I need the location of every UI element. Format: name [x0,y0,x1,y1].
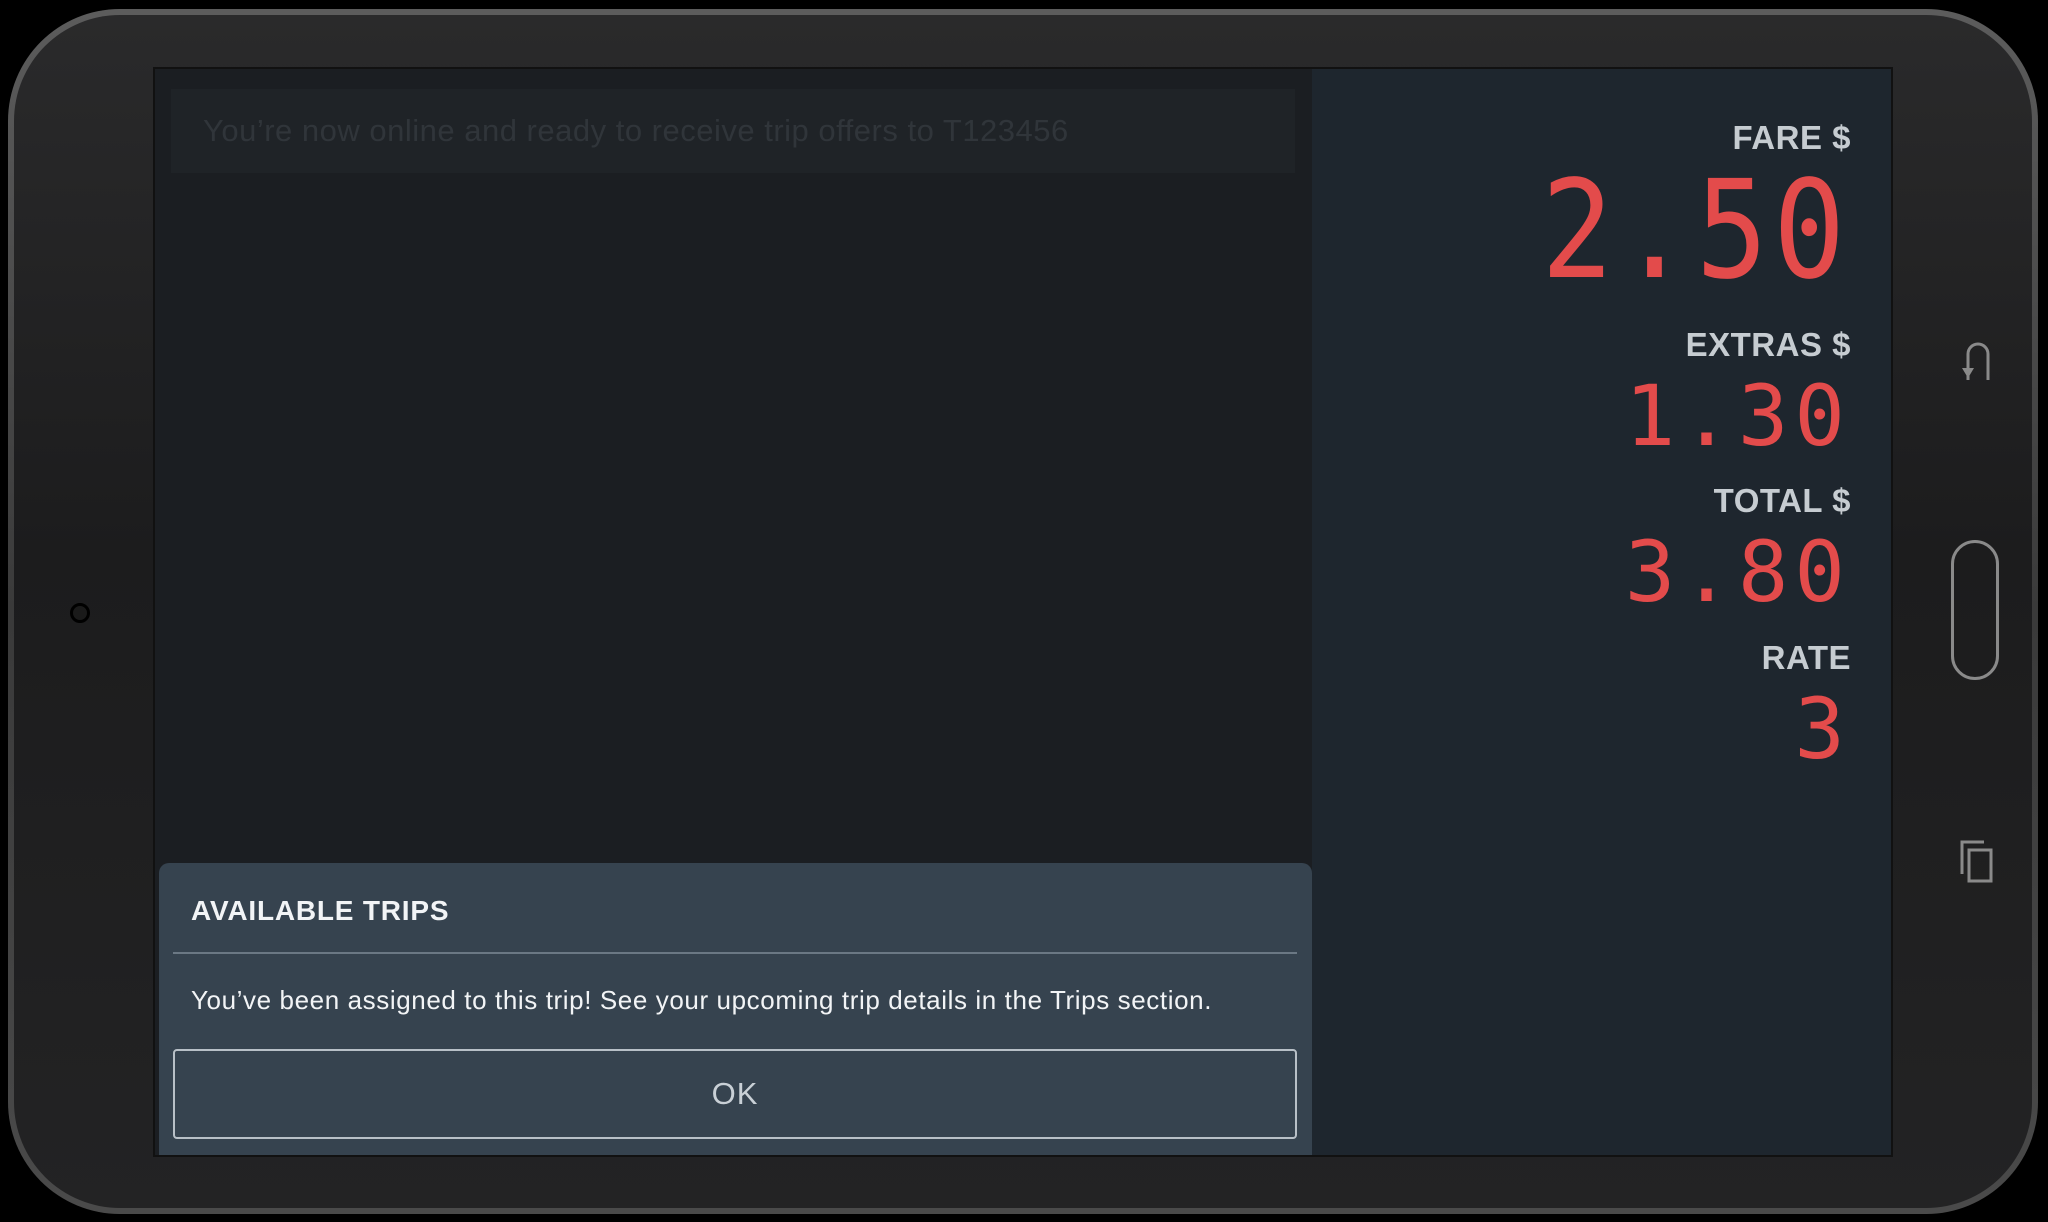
extras-label: EXTRAS $ [1685,326,1851,363]
dialog-message: You’ve been assigned to this trip! See y… [191,985,1213,1015]
device-scene: You’re now online and ready to receive t… [0,0,2048,1222]
taximeter-panel: FARE $ 2.50 EXTRAS $ 1.30 TOTAL $ 3.80 R… [1312,69,1891,1155]
extras-value: 1.30 [1624,367,1851,465]
available-trips-dialog: AVAILABLE TRIPS You’ve been assigned to … [159,863,1312,1155]
rate-meter: RATE 3 [1762,639,1851,771]
recent-apps-icon[interactable] [1958,838,1994,884]
app-screen: You’re now online and ready to receive t… [153,67,1893,1157]
rate-label: RATE [1761,639,1851,676]
dialog-title: AVAILABLE TRIPS [191,895,450,926]
total-label: TOTAL $ [1713,482,1851,519]
ok-button[interactable]: OK [173,1049,1297,1139]
total-meter: TOTAL $ 3.80 [1625,482,1851,614]
rate-value: 3 [1794,680,1851,778]
dialog-divider [173,952,1297,954]
total-value: 3.80 [1624,523,1851,621]
home-button[interactable] [1951,540,1999,680]
back-icon[interactable] [1960,340,1994,382]
fare-meter: FARE $ 2.50 [1499,119,1851,299]
online-status-banner: You’re now online and ready to receive t… [171,89,1295,173]
extras-meter: EXTRAS $ 1.30 [1625,326,1851,458]
camera-icon [70,603,90,623]
fare-value: 2.50 [1541,152,1851,310]
